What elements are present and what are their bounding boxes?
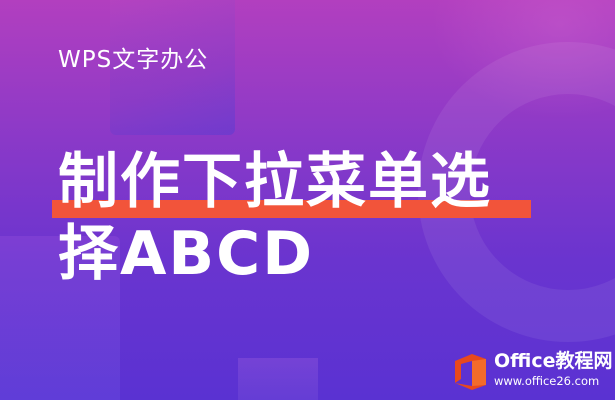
title-line-1: 制作下拉菜单选	[58, 147, 492, 217]
banner: WPS文字办公 制作下拉菜单选 择ABCD Office教程网 www.offi…	[0, 0, 615, 400]
office-logo-icon	[455, 354, 486, 390]
category-subtitle: WPS文字办公	[58, 47, 209, 73]
decorative-square-bottom	[238, 358, 318, 400]
logo-name: Office教程网	[494, 350, 613, 372]
page-title: 制作下拉菜单选 择ABCD	[58, 146, 558, 290]
title-line-2: 择ABCD	[58, 219, 315, 289]
logo-url: www.office26.com	[494, 374, 600, 388]
site-logo[interactable]: Office教程网 www.office26.com	[450, 350, 613, 394]
